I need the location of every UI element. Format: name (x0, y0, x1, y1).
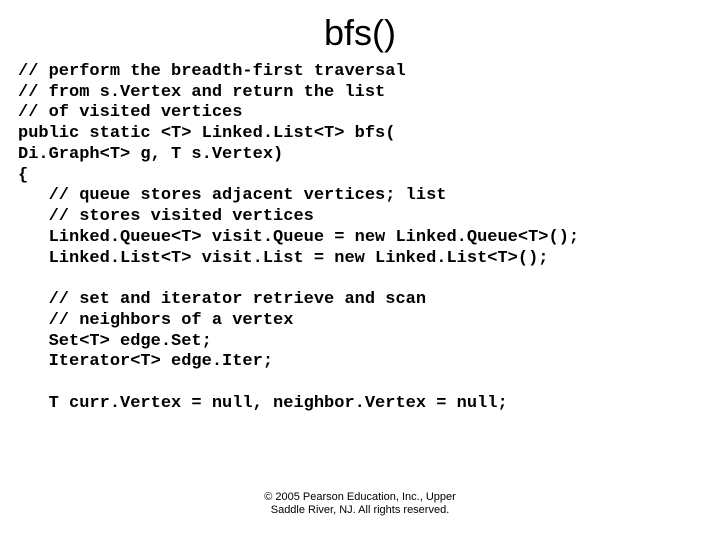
slide-title: bfs() (0, 0, 720, 62)
footer-line-2: Saddle River, NJ. All rights reserved. (0, 504, 720, 518)
code-block: // perform the breadth-first traversal /… (0, 62, 720, 414)
slide: bfs() // perform the breadth-first trave… (0, 0, 720, 540)
copyright-footer: © 2005 Pearson Education, Inc., Upper Sa… (0, 491, 720, 519)
footer-line-1: © 2005 Pearson Education, Inc., Upper (0, 491, 720, 505)
